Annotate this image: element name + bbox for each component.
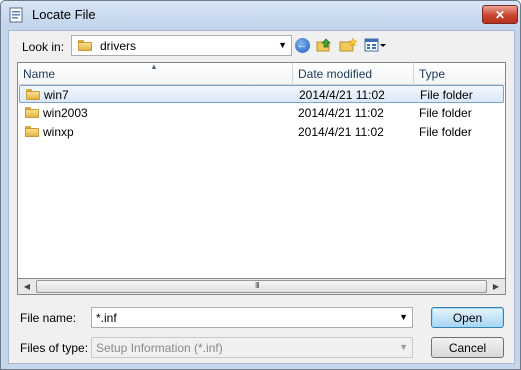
dialog-body: Look in: drivers ▼ ← Name ▲ Date modifie… <box>8 30 515 364</box>
close-icon: ✕ <box>494 7 506 22</box>
chevron-right-icon: ▶ <box>492 282 500 291</box>
file-date: 2014/4/21 11:02 <box>299 88 385 102</box>
chevron-down-icon: ▼ <box>399 312 408 322</box>
grip-icon: III <box>255 281 260 290</box>
new-folder-button[interactable] <box>339 36 357 54</box>
file-type-value: Setup Information (*.inf) <box>96 341 223 355</box>
folder-icon <box>25 126 39 137</box>
file-name: winxp <box>43 125 74 139</box>
view-menu-button[interactable] <box>364 36 388 54</box>
back-button[interactable]: ← <box>293 36 311 54</box>
list-item[interactable]: win7 2014/4/21 11:02 File folder <box>19 85 504 103</box>
scroll-right-button[interactable]: ▶ <box>488 279 504 294</box>
file-date: 2014/4/21 11:02 <box>298 125 384 139</box>
column-header-type[interactable]: Type <box>414 63 505 85</box>
folder-icon <box>78 40 92 51</box>
look-in-value: drivers <box>100 39 137 53</box>
file-name-value: *.inf <box>96 311 117 325</box>
column-header-date[interactable]: Date modified <box>293 63 414 85</box>
folder-icon <box>25 107 39 118</box>
open-button-label: Open <box>452 310 483 325</box>
list-item[interactable]: winxp 2014/4/21 11:02 File folder <box>19 123 504 141</box>
file-name: win7 <box>44 88 69 102</box>
column-label: Name <box>23 67 56 81</box>
close-button[interactable]: ✕ <box>482 5 518 24</box>
look-in-dropdown[interactable]: drivers ▼ <box>71 35 292 56</box>
chevron-left-icon: ◀ <box>23 282 31 291</box>
file-name-field[interactable]: *.inf ▼ <box>91 307 413 328</box>
cancel-button[interactable]: Cancel <box>431 337 504 358</box>
new-folder-icon <box>339 37 357 52</box>
file-name: win2003 <box>43 106 88 120</box>
up-folder-button[interactable] <box>315 36 333 54</box>
file-type-label: Files of type: <box>20 341 89 355</box>
up-folder-icon <box>316 38 331 52</box>
back-icon: ← <box>294 37 310 53</box>
file-date: 2014/4/21 11:02 <box>298 106 384 120</box>
file-type: File folder <box>420 88 473 102</box>
list-item[interactable]: win2003 2014/4/21 11:02 File folder <box>19 104 504 122</box>
sort-ascending-icon: ▲ <box>150 62 158 71</box>
open-button[interactable]: Open <box>431 307 504 328</box>
chevron-down-icon: ▼ <box>399 342 408 352</box>
title-bar[interactable]: Locate File ✕ <box>1 1 520 29</box>
look-in-label: Look in: <box>22 40 65 54</box>
window-title: Locate File <box>32 7 96 22</box>
chevron-down-icon: ▼ <box>278 40 287 50</box>
file-type-dropdown[interactable]: Setup Information (*.inf) ▼ <box>91 337 413 358</box>
file-type: File folder <box>419 106 472 120</box>
locate-file-dialog: Locate File ✕ Look in: drivers ▼ ← Name … <box>0 0 521 370</box>
file-type: File folder <box>419 125 472 139</box>
column-label: Date modified <box>298 67 373 81</box>
app-icon <box>9 7 23 23</box>
horizontal-scrollbar[interactable]: ◀ III ▶ <box>17 278 506 295</box>
folder-icon <box>26 89 40 100</box>
cancel-button-label: Cancel <box>448 340 487 355</box>
file-name-label: File name: <box>20 311 77 325</box>
scroll-left-button[interactable]: ◀ <box>19 279 35 294</box>
file-list[interactable]: Name ▲ Date modified Type win7 2014/4/21… <box>17 62 506 295</box>
column-label: Type <box>419 67 446 81</box>
scrollbar-thumb[interactable]: III <box>36 280 487 293</box>
column-header-name[interactable]: Name ▲ <box>18 62 293 85</box>
view-menu-icon <box>364 38 386 52</box>
